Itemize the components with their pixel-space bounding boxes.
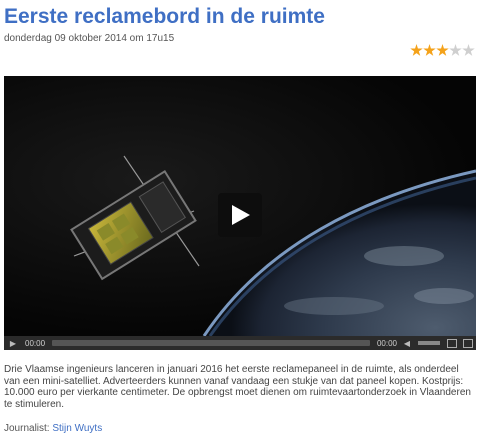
seek-bar[interactable]: [52, 340, 370, 346]
current-time: 00:00: [25, 338, 46, 348]
star-icon[interactable]: [410, 44, 423, 56]
volume-icon[interactable]: ◀: [400, 339, 414, 348]
article-title: Eerste reclamebord in de ruimte: [4, 5, 325, 28]
star-icon[interactable]: [436, 44, 449, 56]
play-icon: [232, 205, 250, 225]
player-controls: ▶ 00:00 00:00 ◀: [4, 336, 476, 350]
journalist-line: Journalist: Stijn Wuyts: [4, 423, 102, 434]
star-icon[interactable]: [423, 44, 436, 56]
video-frame[interactable]: [4, 76, 476, 336]
star-icon[interactable]: [462, 44, 475, 56]
article-date: donderdag 09 oktober 2014 om 17u15: [4, 33, 175, 44]
rating-stars[interactable]: [410, 44, 475, 58]
popout-icon[interactable]: [447, 338, 457, 348]
article-description: Drie Vlaamse ingenieurs lanceren in janu…: [4, 364, 471, 410]
fullscreen-icon[interactable]: [463, 338, 473, 348]
journalist-link[interactable]: Stijn Wuyts: [52, 423, 102, 434]
duration: 00:00: [376, 338, 397, 348]
volume-slider[interactable]: [418, 341, 440, 345]
play-control-icon[interactable]: ▶: [4, 339, 22, 348]
star-icon[interactable]: [449, 44, 462, 56]
video-player[interactable]: ▶ 00:00 00:00 ◀: [4, 76, 476, 350]
play-button[interactable]: [218, 193, 262, 237]
journalist-label: Journalist:: [4, 423, 50, 434]
